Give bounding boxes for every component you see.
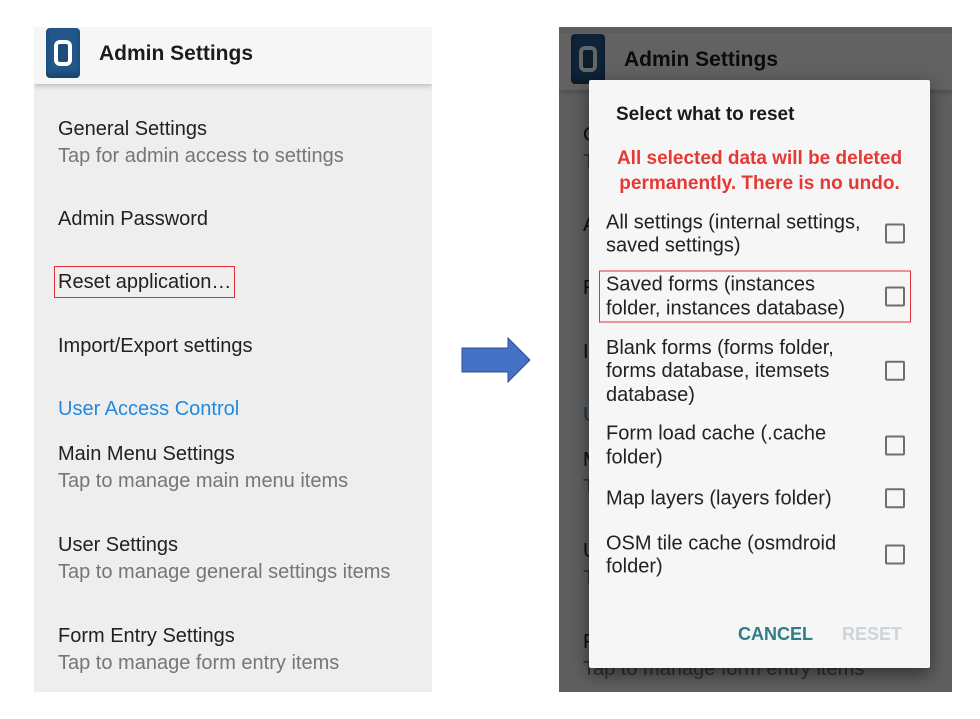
- option-label: Form load cache (.cache folder): [606, 422, 827, 469]
- option-label: OSM tile cache (osmdroid folder): [606, 532, 837, 578]
- reset-option-all-settings[interactable]: All settings (internal settings, saved s…: [606, 211, 905, 258]
- settings-item-import-export[interactable]: Import/Export settings: [58, 334, 253, 358]
- checkbox[interactable]: [885, 488, 905, 508]
- app-logo-icon: [46, 28, 80, 78]
- settings-category-user-access-control: User Access Control: [58, 397, 239, 421]
- reset-option-osm-tile-cache[interactable]: OSM tile cache (osmdroid folder): [606, 532, 905, 579]
- option-label: All settings (internal settings, saved s…: [606, 211, 861, 257]
- settings-item-summary: Tap to manage form entry items: [58, 652, 340, 674]
- reset-option-form-load-cache[interactable]: Form load cache (.cache folder): [606, 423, 905, 470]
- app-logo-glyph: [54, 40, 72, 66]
- checkbox[interactable]: [885, 286, 905, 306]
- settings-item-general-settings[interactable]: General Settings Tap for admin access to…: [58, 117, 344, 168]
- figure: Admin Settings General Settings Tap for …: [0, 0, 980, 719]
- settings-item-title: Form Entry Settings: [58, 625, 235, 647]
- checkbox[interactable]: [885, 435, 905, 455]
- dialog-title: Select what to reset: [616, 104, 795, 125]
- settings-item-title: Import/Export settings: [58, 335, 253, 357]
- screen-content: Admin Settings General Settings Tap for …: [34, 27, 432, 692]
- option-label: Saved forms (instances folder, instances…: [606, 273, 846, 320]
- settings-item-summary: Tap to manage main menu items: [58, 470, 349, 492]
- settings-item-admin-password[interactable]: Admin Password: [58, 207, 208, 231]
- app-bar: Admin Settings: [34, 27, 432, 84]
- settings-item-main-menu-settings[interactable]: Main Menu Settings Tap to manage main me…: [58, 442, 348, 493]
- settings-item-title: Main Menu Settings: [58, 443, 235, 465]
- reset-button[interactable]: RESET: [842, 623, 902, 645]
- checkbox[interactable]: [885, 544, 905, 565]
- warning-message: All selected data will be deleted perman…: [616, 148, 903, 194]
- settings-item-title: General Settings: [58, 118, 207, 140]
- option-label: Blank forms (forms folder, forms databas…: [606, 336, 834, 406]
- settings-item-title: Reset application…: [53, 266, 236, 298]
- right-arrow-icon: [461, 336, 531, 384]
- settings-item-reset-application[interactable]: Reset application…: [53, 266, 236, 298]
- settings-item-summary: Tap to manage general settings items: [58, 561, 391, 583]
- settings-item-form-entry-settings[interactable]: Form Entry Settings Tap to manage form e…: [58, 624, 339, 675]
- reset-option-map-layers[interactable]: Map layers (layers folder): [606, 487, 905, 511]
- category-header: User Access Control: [58, 398, 240, 420]
- option-label: Map layers (layers folder): [606, 487, 832, 510]
- checkbox[interactable]: [885, 360, 905, 381]
- admin-settings-screen: Admin Settings General Settings Tap for …: [34, 27, 432, 692]
- reset-option-blank-forms[interactable]: Blank forms (forms folder, forms databas…: [606, 336, 905, 407]
- settings-item-title: Admin Password: [58, 208, 209, 230]
- settings-item-summary: Tap for admin access to settings: [58, 145, 344, 167]
- cancel-button[interactable]: CANCEL: [738, 623, 813, 645]
- settings-item-title: User Settings: [58, 534, 179, 556]
- admin-settings-screen-with-dialog: Admin Settings General Settings Tap for …: [559, 27, 952, 692]
- settings-item-user-settings[interactable]: User Settings Tap to manage general sett…: [58, 533, 390, 584]
- checkbox[interactable]: [885, 223, 905, 244]
- page-title: Admin Settings: [99, 42, 254, 65]
- reset-dialog: Select what to reset All selected data w…: [589, 80, 930, 668]
- reset-option-saved-forms[interactable]: Saved forms (instances folder, instances…: [599, 270, 911, 322]
- right-arrow-shape: [461, 336, 531, 384]
